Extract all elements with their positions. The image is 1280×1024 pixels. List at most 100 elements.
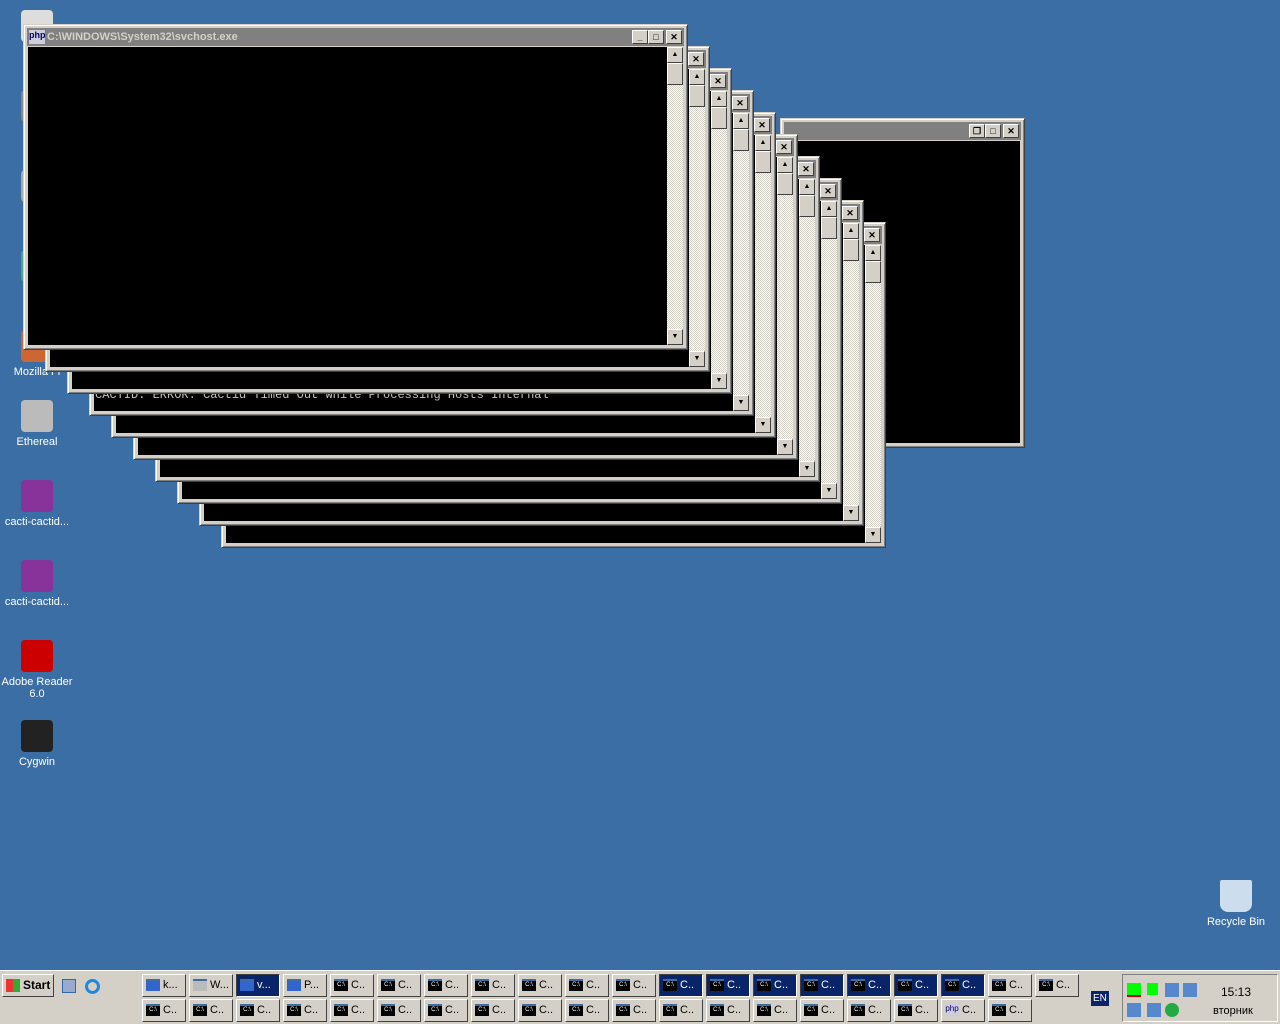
taskbar-button[interactable]: C:\ C.. [424, 999, 468, 1022]
desktop-icon[interactable]: cacti-cactid... [0, 480, 74, 528]
scroll-thumb[interactable] [799, 195, 815, 217]
taskbar-button[interactable]: C:\ C.. [330, 974, 374, 997]
scroll-up-arrow[interactable]: ▲ [821, 201, 837, 217]
scroll-thumb[interactable] [755, 151, 771, 173]
taskbar-button[interactable]: C:\ C.. [377, 974, 421, 997]
taskbar-button[interactable]: W... [189, 974, 233, 997]
taskbar-button[interactable]: C:\ C.. [424, 974, 468, 997]
taskbar-button[interactable]: C:\ C.. [941, 974, 985, 997]
taskbar-button[interactable]: C:\ C.. [1035, 974, 1079, 997]
taskbar-button[interactable]: C:\ C.. [142, 999, 186, 1022]
close-button[interactable]: ✕ [688, 52, 704, 66]
vertical-scrollbar[interactable]: ▲ ▼ [711, 91, 727, 389]
vertical-scrollbar[interactable]: ▲ ▼ [689, 69, 705, 367]
taskbar-button[interactable]: C:\ C.. [659, 999, 703, 1022]
vertical-scrollbar[interactable]: ▲ ▼ [755, 135, 771, 433]
scroll-down-arrow[interactable]: ▼ [799, 461, 815, 477]
scroll-thumb[interactable] [667, 63, 683, 85]
taskbar-button[interactable]: k... [142, 974, 186, 997]
scroll-up-arrow[interactable]: ▲ [689, 69, 705, 85]
close-button[interactable]: ✕ [820, 184, 836, 198]
close-button[interactable]: ✕ [754, 118, 770, 132]
network-icon[interactable] [1147, 1003, 1161, 1017]
network-icon[interactable] [1165, 983, 1179, 997]
taskbar-button[interactable]: C:\ C.. [894, 974, 938, 997]
network-icon[interactable] [1183, 983, 1197, 997]
taskbar-button[interactable]: C:\ C.. [377, 999, 421, 1022]
close-button[interactable]: ✕ [776, 140, 792, 154]
language-indicator[interactable]: EN [1091, 991, 1109, 1006]
taskbar-button[interactable]: C:\ C.. [753, 999, 797, 1022]
scroll-down-arrow[interactable]: ▼ [843, 505, 859, 521]
vertical-scrollbar[interactable]: ▲ ▼ [865, 245, 881, 543]
close-button[interactable]: ✕ [1003, 124, 1019, 138]
show-desktop-icon[interactable] [62, 979, 76, 993]
minimize-button[interactable]: _ [632, 30, 648, 44]
vertical-scrollbar[interactable]: ▲ ▼ [733, 113, 749, 411]
taskbar-button[interactable]: C:\ C.. [471, 974, 515, 997]
scroll-down-arrow[interactable]: ▼ [689, 351, 705, 367]
taskbar-button[interactable]: C:\ C.. [894, 999, 938, 1022]
taskbar-button[interactable]: C:\ C.. [659, 974, 703, 997]
scroll-thumb[interactable] [711, 107, 727, 129]
scroll-down-arrow[interactable]: ▼ [755, 417, 771, 433]
status-green-icon[interactable] [1127, 983, 1141, 997]
svchost-window[interactable]: php C:\WINDOWS\System32\svchost.exe _ □ ✕ ▲ ▼ [23, 24, 688, 350]
taskbar-button[interactable]: v... [236, 974, 280, 997]
taskbar-button[interactable]: C:\ C.. [706, 999, 750, 1022]
maximize-button[interactable]: □ [985, 124, 1001, 138]
scroll-thumb[interactable] [777, 173, 793, 195]
taskbar-button[interactable]: C:\ C.. [189, 999, 233, 1022]
close-button[interactable]: ✕ [732, 96, 748, 110]
title-bar[interactable]: ❐ □ ✕ [784, 122, 1021, 140]
scroll-up-arrow[interactable]: ▲ [843, 223, 859, 239]
taskbar-button[interactable]: C:\ C.. [988, 974, 1032, 997]
desktop-icon[interactable]: cacti-cactid... [0, 560, 74, 608]
console-output[interactable] [28, 47, 667, 345]
taskbar-button[interactable]: C:\ C.. [518, 999, 562, 1022]
vertical-scrollbar[interactable]: ▲ ▼ [821, 201, 837, 499]
scroll-up-arrow[interactable]: ▲ [733, 113, 749, 129]
desktop-icon[interactable]: Cygwin [0, 720, 74, 768]
taskbar-button[interactable]: C:\ C.. [612, 999, 656, 1022]
desktop-icon[interactable]: Adobe Reader 6.0 [0, 640, 74, 700]
vertical-scrollbar[interactable]: ▲ ▼ [667, 47, 683, 345]
scroll-down-arrow[interactable]: ▼ [821, 483, 837, 499]
taskbar-button[interactable]: C:\ C.. [283, 999, 327, 1022]
taskbar-button[interactable]: C:\ C.. [847, 974, 891, 997]
close-button[interactable]: ✕ [864, 228, 880, 242]
scroll-thumb[interactable] [689, 85, 705, 107]
scroll-up-arrow[interactable]: ▲ [865, 245, 881, 261]
internet-explorer-icon[interactable] [85, 979, 100, 994]
scroll-down-arrow[interactable]: ▼ [711, 373, 727, 389]
scroll-thumb[interactable] [843, 239, 859, 261]
start-button[interactable]: Start [2, 974, 54, 997]
taskbar-button[interactable]: C:\ C.. [565, 974, 609, 997]
vertical-scrollbar[interactable]: ▲ ▼ [799, 179, 815, 477]
taskbar-button[interactable]: C:\ C.. [330, 999, 374, 1022]
taskbar-button[interactable]: C:\ C.. [236, 999, 280, 1022]
desktop-icon[interactable]: Ethereal [0, 400, 74, 448]
close-button[interactable]: ✕ [666, 30, 682, 44]
scroll-down-arrow[interactable]: ▼ [667, 329, 683, 345]
taskbar-button[interactable]: C:\ C.. [565, 999, 609, 1022]
restore-button[interactable]: ❐ [969, 124, 985, 138]
taskbar-button[interactable]: C:\ C.. [706, 974, 750, 997]
status-green-icon[interactable] [1147, 983, 1158, 995]
clock[interactable]: 15:13 [1221, 985, 1251, 999]
network-icon[interactable] [1127, 1003, 1141, 1017]
taskbar-button[interactable]: php C.. [941, 999, 985, 1022]
scroll-up-arrow[interactable]: ▲ [711, 91, 727, 107]
close-button[interactable]: ✕ [798, 162, 814, 176]
close-button[interactable]: ✕ [710, 74, 726, 88]
taskbar-button[interactable]: C:\ C.. [800, 999, 844, 1022]
taskbar-button[interactable]: C:\ C.. [471, 999, 515, 1022]
sync-icon[interactable] [1165, 1003, 1179, 1017]
taskbar-button[interactable]: C:\ C.. [518, 974, 562, 997]
taskbar-button[interactable]: C:\ C.. [847, 999, 891, 1022]
taskbar-button[interactable]: P... [283, 974, 327, 997]
close-button[interactable]: ✕ [842, 206, 858, 220]
scroll-thumb[interactable] [821, 217, 837, 239]
recycle-bin-icon[interactable]: Recycle Bin [1199, 880, 1273, 928]
taskbar-button[interactable]: C:\ C.. [988, 999, 1032, 1022]
